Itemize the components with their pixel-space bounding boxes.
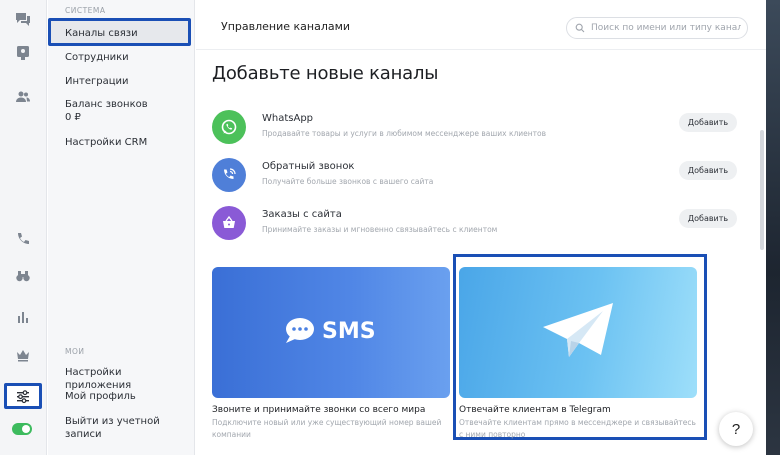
telegram-card[interactable]: Отвечайте клиентам в Telegram Отвечайте … — [453, 254, 707, 440]
channel-row-orders: Заказы с сайта Принимайте заказы и мгнов… — [212, 204, 742, 244]
settings-sliders-icon[interactable] — [4, 383, 42, 409]
crown-icon[interactable] — [9, 342, 37, 368]
add-whatsapp-button[interactable]: Добавить — [679, 113, 737, 132]
sidebar-item-profile[interactable]: Мой профиль — [65, 390, 190, 403]
channel-name: Заказы с сайта — [262, 209, 342, 220]
channel-desc: Получайте больше звонков с вашего сайта — [262, 177, 434, 186]
sidebar-item-call-balance[interactable]: Баланс звонков — [65, 98, 190, 111]
search-input[interactable] — [591, 23, 741, 33]
channel-desc: Продавайте товары и услуги в любимом мес… — [262, 129, 547, 138]
contacts-icon[interactable] — [9, 84, 37, 110]
card-title: Отвечайте клиентам в Telegram — [459, 405, 611, 415]
channel-row-whatsapp: WhatsApp Продавайте товары и услуги в лю… — [212, 108, 742, 148]
inbox-icon[interactable] — [9, 40, 37, 66]
app-window: СИСТЕМА Каналы связи Сотрудники Интеграц… — [0, 0, 766, 455]
desktop-background — [766, 0, 780, 455]
sidebar-item-integrations[interactable]: Интеграции — [65, 75, 190, 88]
header-title: Управление каналами — [221, 20, 351, 33]
speech-bubble-icon — [286, 318, 314, 343]
page-title: Добавьте новые каналы — [212, 63, 439, 84]
sidebar-item-employees[interactable]: Сотрудники — [65, 51, 190, 64]
sidebar-item-balance-value: 0 ₽ — [65, 112, 81, 123]
channel-name: Обратный звонок — [262, 161, 355, 172]
card-desc: Отвечайте клиентам прямо в мессенджере и… — [459, 418, 696, 439]
settings-sidebar: СИСТЕМА Каналы связи Сотрудники Интеграц… — [48, 0, 195, 455]
help-button[interactable]: ? — [719, 412, 753, 446]
search-icon — [575, 23, 585, 33]
telegram-plane-icon — [543, 303, 613, 357]
icon-rail — [0, 0, 47, 455]
sms-card-image-label: SMS — [322, 318, 376, 344]
stats-icon[interactable] — [9, 304, 37, 330]
callback-phone-icon — [212, 158, 246, 192]
page-header: Управление каналами — [196, 0, 766, 50]
add-callback-button[interactable]: Добавить — [679, 161, 737, 180]
card-desc: Подключите новый или уже существующий но… — [212, 418, 442, 439]
basket-icon — [212, 206, 246, 240]
sms-card[interactable]: SMS Звоните и принимайте звонки со всего… — [212, 267, 450, 441]
add-orders-button[interactable]: Добавить — [679, 209, 737, 228]
scrollbar[interactable] — [760, 130, 764, 250]
search-box[interactable] — [566, 17, 748, 39]
whatsapp-icon — [212, 110, 246, 144]
sidebar-item-app-settings[interactable]: Настройки приложения — [65, 366, 190, 392]
section-title-mine: МОИ — [65, 347, 85, 356]
chat-icon[interactable] — [9, 6, 37, 32]
card-title: Звоните и принимайте звонки со всего мир… — [212, 405, 426, 415]
section-title-system: СИСТЕМА — [65, 6, 106, 15]
channel-name: WhatsApp — [262, 113, 314, 124]
sidebar-item-logout[interactable]: Выйти из учетной записи — [65, 415, 165, 441]
main-content: Добавьте новые каналы WhatsApp Продавайт… — [196, 51, 766, 455]
sms-card-image: SMS — [212, 267, 450, 398]
sidebar-item-crm-settings[interactable]: Настройки CRM — [65, 136, 190, 149]
phone-icon[interactable] — [9, 226, 37, 252]
telegram-card-image — [459, 267, 697, 398]
channel-desc: Принимайте заказы и мгновенно связывайте… — [262, 225, 498, 234]
sidebar-item-channels[interactable]: Каналы связи — [48, 18, 191, 46]
binoculars-icon[interactable] — [9, 263, 37, 289]
channel-row-callback: Обратный звонок Получайте больше звонков… — [212, 156, 742, 196]
status-toggle[interactable] — [12, 423, 32, 435]
